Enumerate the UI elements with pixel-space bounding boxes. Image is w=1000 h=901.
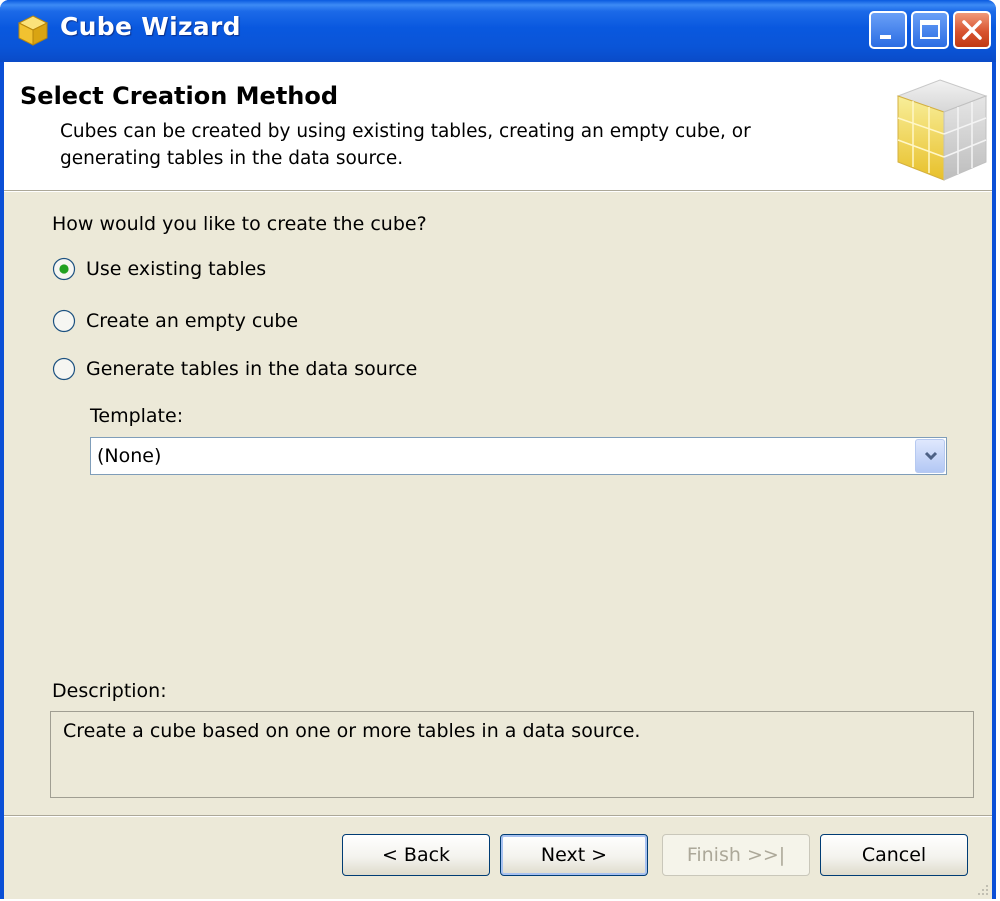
- minimize-button[interactable]: [869, 11, 907, 49]
- header-divider-highlight: [4, 191, 992, 192]
- option-label: Use existing tables: [86, 258, 267, 280]
- template-dropdown[interactable]: (None): [90, 437, 947, 475]
- next-button[interactable]: Next >: [500, 834, 648, 876]
- wizard-header: Select Creation Method Cubes can be crea…: [4, 62, 992, 190]
- option-generate-tables[interactable]: Generate tables in the data source: [52, 353, 417, 385]
- cube-graphic-icon: [896, 79, 988, 181]
- description-box: Create a cube based on one or more table…: [50, 711, 974, 798]
- description-label: Description:: [52, 680, 167, 702]
- radio-selected-icon[interactable]: [52, 257, 76, 281]
- title-bar[interactable]: Cube Wizard: [0, 0, 996, 62]
- option-use-existing-tables[interactable]: Use existing tables: [52, 253, 266, 285]
- footer-divider-highlight: [4, 816, 992, 817]
- back-button[interactable]: < Back: [342, 834, 490, 876]
- chevron-down-icon: [924, 451, 938, 461]
- dialog-body: Select Creation Method Cubes can be crea…: [4, 62, 992, 899]
- option-label: Create an empty cube: [86, 310, 299, 332]
- cube-icon: [17, 15, 49, 46]
- minimize-icon: [880, 35, 891, 39]
- option-label: Generate tables in the data source: [86, 358, 418, 380]
- dropdown-button[interactable]: [915, 439, 945, 473]
- radio-icon[interactable]: [52, 357, 76, 381]
- resize-grip-icon[interactable]: [976, 883, 990, 897]
- page-subtitle: Cubes can be created by using existing t…: [60, 121, 751, 169]
- template-label: Template:: [90, 405, 184, 427]
- finish-button[interactable]: Finish >>|: [662, 834, 810, 876]
- maximize-button[interactable]: [911, 11, 949, 49]
- cube-wizard-window: Cube Wizard Select Creation Method Cubes…: [0, 0, 996, 899]
- page-title: Select Creation Method: [20, 82, 339, 110]
- description-text: Create a cube based on one or more table…: [63, 720, 641, 742]
- template-value: (None): [97, 445, 162, 467]
- close-icon: [962, 20, 982, 40]
- creation-question: How would you like to create the cube?: [52, 213, 427, 235]
- radio-icon[interactable]: [52, 309, 76, 333]
- window-title: Cube Wizard: [60, 12, 241, 41]
- option-create-empty-cube[interactable]: Create an empty cube: [52, 305, 298, 337]
- maximize-icon: [920, 20, 940, 39]
- cancel-button[interactable]: Cancel: [820, 834, 968, 876]
- close-button[interactable]: [953, 11, 991, 49]
